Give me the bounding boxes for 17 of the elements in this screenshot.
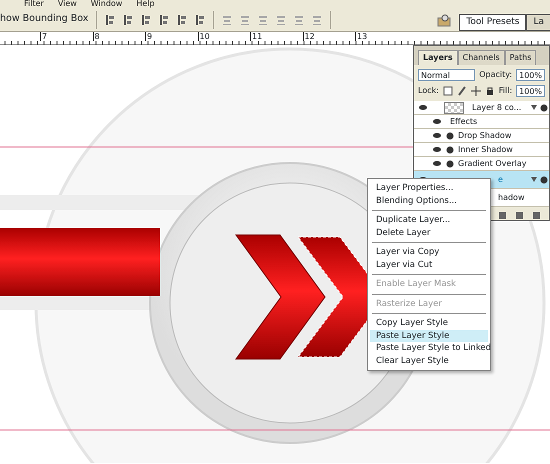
layer-name: Gradient Overlay [458, 158, 526, 170]
lock-label: Lock: [418, 85, 439, 97]
ruler-number: 10 [198, 32, 210, 41]
ruler-number: 11 [250, 32, 262, 41]
ruler-number: 8 [92, 32, 100, 41]
layer-name: Effects [450, 116, 478, 128]
layer-name: hadow [498, 192, 524, 204]
ruler-number: 9 [145, 32, 152, 41]
layer-name: Drop Shadow [458, 130, 512, 142]
ruler-number: 12 [302, 32, 315, 41]
ruler-number: 7 [40, 32, 48, 41]
layer-name: e [498, 174, 503, 186]
layer-name: Layer 8 co... [472, 102, 522, 114]
opacity-label: Opacity: [479, 69, 512, 81]
fill-label: Fill: [498, 85, 512, 97]
layer-name: Inner Shadow [458, 144, 513, 156]
ruler-number: 13 [355, 32, 368, 41]
